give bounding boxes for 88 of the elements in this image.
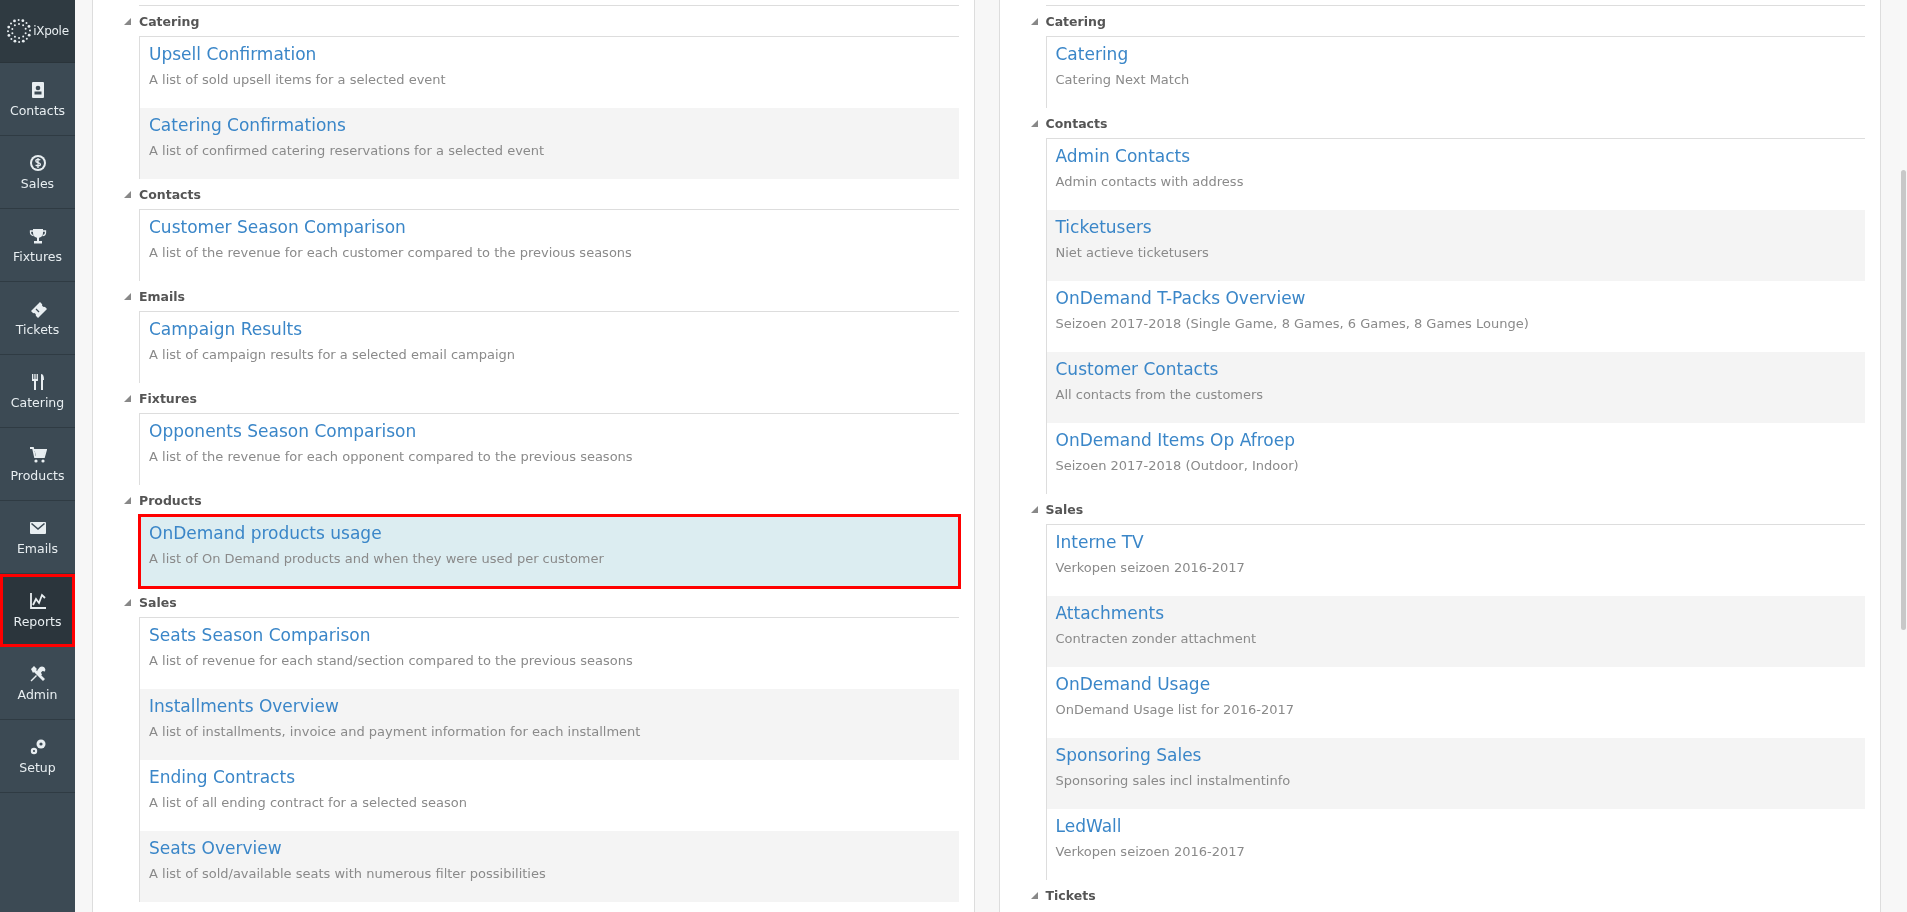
report-title: OnDemand Items Op Afroep: [1055, 430, 1296, 450]
report-item[interactable]: OnDemand products usage A list of On Demand products and when they were used per customer: [140, 516, 959, 587]
group-header[interactable]: Sales: [93, 587, 959, 617]
triangle-icon: [124, 598, 131, 606]
report-item[interactable]: Catering Confirmations A list of confirmed catering reservations for a selected event: [140, 108, 959, 179]
report-title: Ticketusers: [1055, 217, 1153, 237]
report-description: A list of confirmed catering reservations for a selected event: [149, 143, 546, 158]
report-description: A list of the revenue for each customer compared to the previous seasons: [149, 245, 633, 260]
report-description: Sponsoring sales incl instalmentinfo: [1055, 773, 1292, 788]
report-title: Sponsoring Sales: [1055, 745, 1203, 765]
cart-icon: [28, 445, 47, 464]
group-header[interactable]: Sales: [999, 494, 1865, 524]
nav-item[interactable]: Sales: [0, 136, 75, 209]
report-description: A list of On Demand products and when they were used per customer: [149, 551, 605, 566]
triangle-icon: [124, 496, 131, 504]
nav-item[interactable]: Catering: [0, 355, 75, 428]
triangle-icon: [124, 292, 131, 300]
nav-item[interactable]: Reports: [0, 574, 75, 647]
report-description: Niet actieve ticketusers: [1055, 245, 1210, 260]
report-item[interactable]: Sponsoring Sales Sponsoring sales incl instalmentinfo: [1046, 738, 1865, 809]
logo-text: iXpole: [33, 24, 69, 38]
tools-icon: [28, 664, 47, 683]
report-description: A list of the revenue for each opponent compared to the previous seasons: [149, 449, 634, 464]
logo-icon: [6, 18, 33, 44]
report-title: Installments Overview: [149, 696, 340, 716]
nav-item[interactable]: Tickets: [0, 282, 75, 355]
report-description: Admin contacts with address: [1055, 174, 1245, 189]
group-header[interactable]: Catering: [93, 6, 959, 36]
report-description: All contacts from the customers: [1055, 387, 1265, 402]
report-description: A list of sold upsell items for a selected event: [149, 72, 447, 87]
triangle-icon: [1030, 119, 1038, 127]
nav-item[interactable]: Setup: [0, 720, 75, 793]
report-description: Contracten zonder attachment: [1055, 631, 1258, 646]
report-title: LedWall: [1055, 816, 1123, 836]
report-title: Campaign Results: [149, 319, 304, 339]
gears-icon: [28, 737, 47, 756]
trophy-icon: [28, 226, 47, 245]
group-header[interactable]: Tickets: [999, 880, 1865, 910]
report-title: Catering: [1055, 44, 1130, 64]
report-description: A list of sold/available seats with numerous filter possibilities: [149, 866, 547, 881]
report-title: Admin Contacts: [1055, 146, 1192, 166]
group-header[interactable]: Fixtures: [93, 383, 959, 413]
triangle-icon: [124, 394, 131, 402]
report-title: Customer Season Comparison: [149, 217, 407, 237]
report-description: A list of all ending contract for a selected season: [149, 795, 468, 810]
report-title: Ending Contracts: [149, 767, 296, 787]
report-title: OnDemand T-Packs Overview: [1055, 288, 1307, 308]
report-title: Seats Overview: [149, 838, 283, 858]
report-description: A list of revenue for each stand/section compared to the previous seasons: [149, 653, 634, 668]
group-header[interactable]: Products: [93, 485, 959, 515]
scrollbar-thumb[interactable]: [1901, 170, 1906, 630]
report-title: OnDemand Usage: [1055, 674, 1212, 694]
nav-item[interactable]: Contacts: [0, 63, 75, 136]
triangle-icon: [124, 17, 131, 25]
report-description: OnDemand Usage list for 2016-2017: [1055, 702, 1295, 717]
report-description: Verkopen seizoen 2016-2017: [1055, 844, 1246, 859]
group-header[interactable]: Contacts: [999, 108, 1865, 138]
report-title: Upsell Confirmation: [149, 44, 318, 64]
report-description: Seizoen 2017-2018 (Single Game, 8 Games, 6 Games, 8 Games Lounge): [1055, 316, 1530, 331]
triangle-icon: [1030, 505, 1038, 513]
nav-item[interactable]: Admin: [0, 647, 75, 720]
report-description: Seizoen 2017-2018 (Outdoor, Indoor): [1055, 458, 1300, 473]
report-title: Seats Season Comparison: [149, 625, 372, 645]
report-item[interactable]: Ticketusers Niet actieve ticketusers: [1046, 210, 1865, 281]
report-item[interactable]: Installments Overview A list of installments, invoice and payment information for each installment: [140, 689, 959, 760]
report-description: A list of installments, invoice and payment information for each installment: [149, 724, 642, 739]
group-header[interactable]: Emails: [93, 281, 959, 311]
report-description: Verkopen seizoen 2016-2017: [1055, 560, 1246, 575]
report-title: Catering Confirmations: [149, 115, 347, 135]
report-item[interactable]: Customer Contacts All contacts from the customers: [1046, 352, 1865, 423]
report-title: Attachments: [1055, 603, 1166, 623]
report-item[interactable]: Seats Overview A list of sold/available seats with numerous filter possibilities: [140, 831, 959, 902]
report-title: OnDemand products usage: [149, 523, 383, 543]
report-item[interactable]: Attachments Contracten zonder attachment: [1046, 596, 1865, 667]
triangle-icon: [124, 190, 131, 198]
group-header[interactable]: Catering: [999, 6, 1865, 36]
nav-item[interactable]: Products: [0, 428, 75, 501]
report-title: Interne TV: [1055, 532, 1145, 552]
report-description: A list of campaign results for a selected email campaign: [149, 347, 517, 362]
group-header[interactable]: Contacts: [93, 179, 959, 209]
dollar-coin-icon: [28, 153, 47, 172]
triangle-icon: [1030, 891, 1038, 899]
report-description: Catering Next Match: [1055, 72, 1191, 87]
nav-item[interactable]: Fixtures: [0, 209, 75, 282]
report-title: Customer Contacts: [1055, 359, 1220, 379]
line-chart-icon: [28, 592, 47, 610]
triangle-icon: [1030, 17, 1038, 25]
report-title: Opponents Season Comparison: [149, 421, 418, 441]
